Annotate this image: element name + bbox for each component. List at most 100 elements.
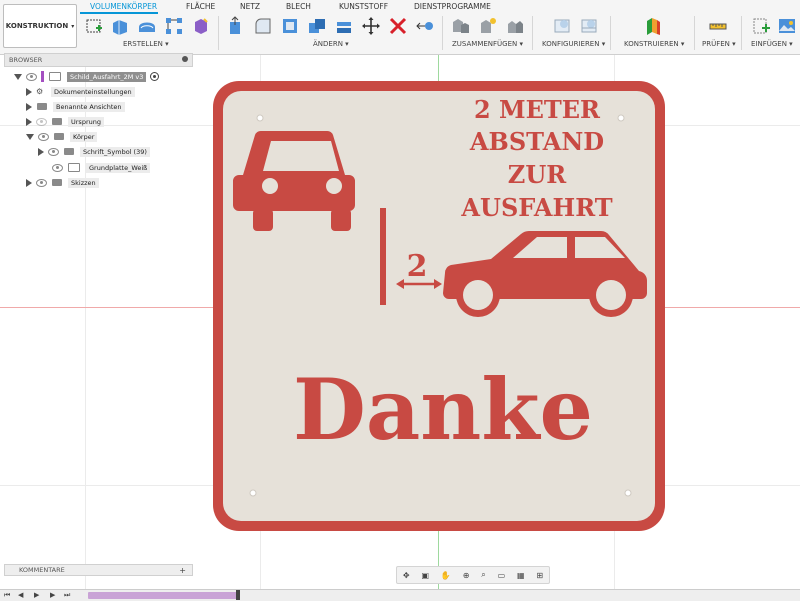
browser-item-schrift-symbol[interactable]: Schrift_Symbol (39) [38, 146, 150, 157]
browser-header[interactable]: BROWSER [4, 53, 193, 67]
align-icon[interactable] [415, 16, 435, 36]
folder-icon [37, 103, 47, 110]
as-built-joint-icon[interactable] [505, 16, 525, 36]
tab-dienstprogramme[interactable]: DIENSTPROGRAMME [414, 2, 491, 11]
orbit-icon[interactable]: ✥ [403, 571, 410, 580]
body-icon [68, 163, 80, 172]
tab-kunststoff[interactable]: KUNSTSTOFF [339, 2, 388, 11]
revolve-icon[interactable] [137, 16, 157, 36]
configure-table-icon[interactable] [580, 16, 600, 36]
add-comment-button[interactable]: + [179, 566, 186, 575]
toolbar-separator [694, 16, 695, 50]
active-indicator [41, 71, 44, 82]
fillet-icon[interactable] [253, 16, 273, 36]
new-component-icon[interactable] [451, 16, 471, 36]
move-icon[interactable] [361, 16, 381, 36]
visibility-eye-icon[interactable] [48, 147, 59, 156]
toolbar: KONSTRUKTION ▾ VOLUMENKÖRPER FLÄCHE NETZ… [0, 0, 800, 55]
press-pull-icon[interactable] [226, 16, 246, 36]
grid-settings-icon[interactable]: ▦ [517, 571, 525, 580]
display-settings-icon[interactable]: ▭ [498, 571, 506, 580]
collapse-icon[interactable] [26, 133, 34, 140]
offset-plane-icon[interactable] [643, 16, 663, 36]
activate-radio-icon[interactable] [150, 72, 160, 81]
insert-derive-icon[interactable] [752, 16, 772, 36]
browser-item-label: Benannte Ansichten [53, 101, 125, 112]
expand-icon[interactable] [26, 102, 32, 111]
timeline-features[interactable] [88, 592, 238, 599]
browser-item-label: Dokumenteinstellungen [51, 86, 135, 97]
browser-root[interactable]: Schild_Ausfahrt_2M v3 [14, 71, 160, 82]
sign-text-line1: 2 METER [474, 95, 601, 124]
browser-item-label: Ursprung [68, 116, 104, 127]
workspace-label: KONSTRUKTION [5, 22, 69, 30]
comments-panel[interactable]: KOMMENTARE + [4, 564, 193, 576]
pin-icon[interactable] [182, 56, 188, 62]
browser-item-grundplatte[interactable]: Grundplatte_Weiß [48, 162, 151, 173]
visibility-eye-icon[interactable] [36, 178, 47, 187]
visibility-eye-icon[interactable] [52, 163, 63, 172]
timeline-marker[interactable] [236, 590, 240, 600]
new-sketch-icon[interactable] [84, 16, 104, 36]
group-konfigurieren[interactable]: KONFIGURIEREN ▾ [542, 40, 605, 48]
navigation-bar: ✥ ▣ ✋ ⊕ ⌕ ▭ ▦ ⊞ [396, 566, 550, 584]
combine-icon[interactable] [307, 16, 327, 36]
expand-icon[interactable] [26, 178, 32, 187]
sign-text-line2: ABSTAND [469, 127, 604, 156]
browser-item-skizzen[interactable]: Skizzen [26, 177, 99, 188]
browser-item-dokumenteinstellungen[interactable]: ⚙ Dokumenteinstellungen [26, 86, 135, 97]
expand-icon[interactable] [26, 87, 32, 96]
offset-face-icon[interactable] [334, 16, 354, 36]
group-erstellen[interactable]: ERSTELLEN ▾ [123, 40, 169, 48]
shell-icon[interactable] [280, 16, 300, 36]
viewports-icon[interactable]: ⊞ [536, 571, 543, 580]
step-forward-icon[interactable]: ▶ [50, 591, 55, 599]
pan-icon[interactable]: ✋ [441, 571, 451, 580]
group-aendern[interactable]: ÄNDERN ▾ [313, 40, 349, 48]
folder-icon [52, 179, 62, 186]
zoom-icon[interactable]: ⊕ [463, 571, 470, 580]
delete-icon[interactable] [388, 16, 408, 36]
expand-icon[interactable] [26, 117, 32, 126]
tab-netz[interactable]: NETZ [240, 2, 260, 11]
measure-icon[interactable] [708, 16, 728, 36]
browser-item-label: Grundplatte_Weiß [86, 162, 151, 173]
visibility-eye-icon[interactable] [26, 72, 37, 81]
folder-icon [54, 133, 64, 140]
browser-item-koerper[interactable]: Körper [26, 131, 98, 142]
group-zusammenfuegen[interactable]: ZUSAMMENFÜGEN ▾ [452, 40, 523, 48]
distance-label: 2 [407, 249, 428, 284]
extrude-icon[interactable] [110, 16, 130, 36]
create-form-icon[interactable] [191, 16, 211, 36]
fit-icon[interactable]: ⌕ [481, 570, 485, 580]
group-pruefen[interactable]: PRÜFEN ▾ [702, 40, 736, 48]
collapse-icon[interactable] [14, 73, 22, 80]
play-icon[interactable]: ▶ [34, 591, 39, 599]
browser-item-benannte-ansichten[interactable]: Benannte Ansichten [26, 101, 125, 112]
sign-thanks-text: Danke [293, 360, 593, 459]
insert-image-icon[interactable] [777, 16, 797, 36]
group-konstruieren[interactable]: KONSTRUIEREN ▾ [624, 40, 684, 48]
comments-label: KOMMENTARE [19, 566, 65, 574]
gear-icon: ⚙ [36, 87, 44, 96]
expand-icon[interactable] [38, 147, 44, 156]
tab-volumenkoerper[interactable]: VOLUMENKÖRPER [90, 2, 157, 11]
go-to-end-icon[interactable]: ⏭ [64, 591, 70, 600]
visibility-eye-icon[interactable] [36, 117, 47, 126]
visibility-eye-icon[interactable] [38, 132, 49, 141]
browser-root-label: Schild_Ausfahrt_2M v3 [67, 71, 147, 82]
look-at-icon[interactable]: ▣ [421, 571, 429, 580]
tab-blech[interactable]: BLECH [286, 2, 311, 11]
pattern-icon[interactable] [164, 16, 184, 36]
configure-icon[interactable] [553, 16, 573, 36]
step-back-icon[interactable]: ◀ [18, 591, 23, 599]
group-einfuegen[interactable]: EINFÜGEN ▾ [751, 40, 793, 48]
joint-icon[interactable] [478, 16, 498, 36]
tab-flaeche[interactable]: FLÄCHE [186, 2, 215, 11]
go-to-start-icon[interactable]: ⏮ [4, 591, 10, 600]
browser-item-ursprung[interactable]: Ursprung [26, 116, 104, 127]
sign-model[interactable]: 2 METER ABSTAND ZUR AUSFAHRT 2 Danke [213, 81, 665, 531]
toolbar-separator [741, 16, 742, 50]
browser-panel: BROWSER [4, 53, 193, 67]
workspace-switcher[interactable]: KONSTRUKTION ▾ [3, 4, 77, 48]
